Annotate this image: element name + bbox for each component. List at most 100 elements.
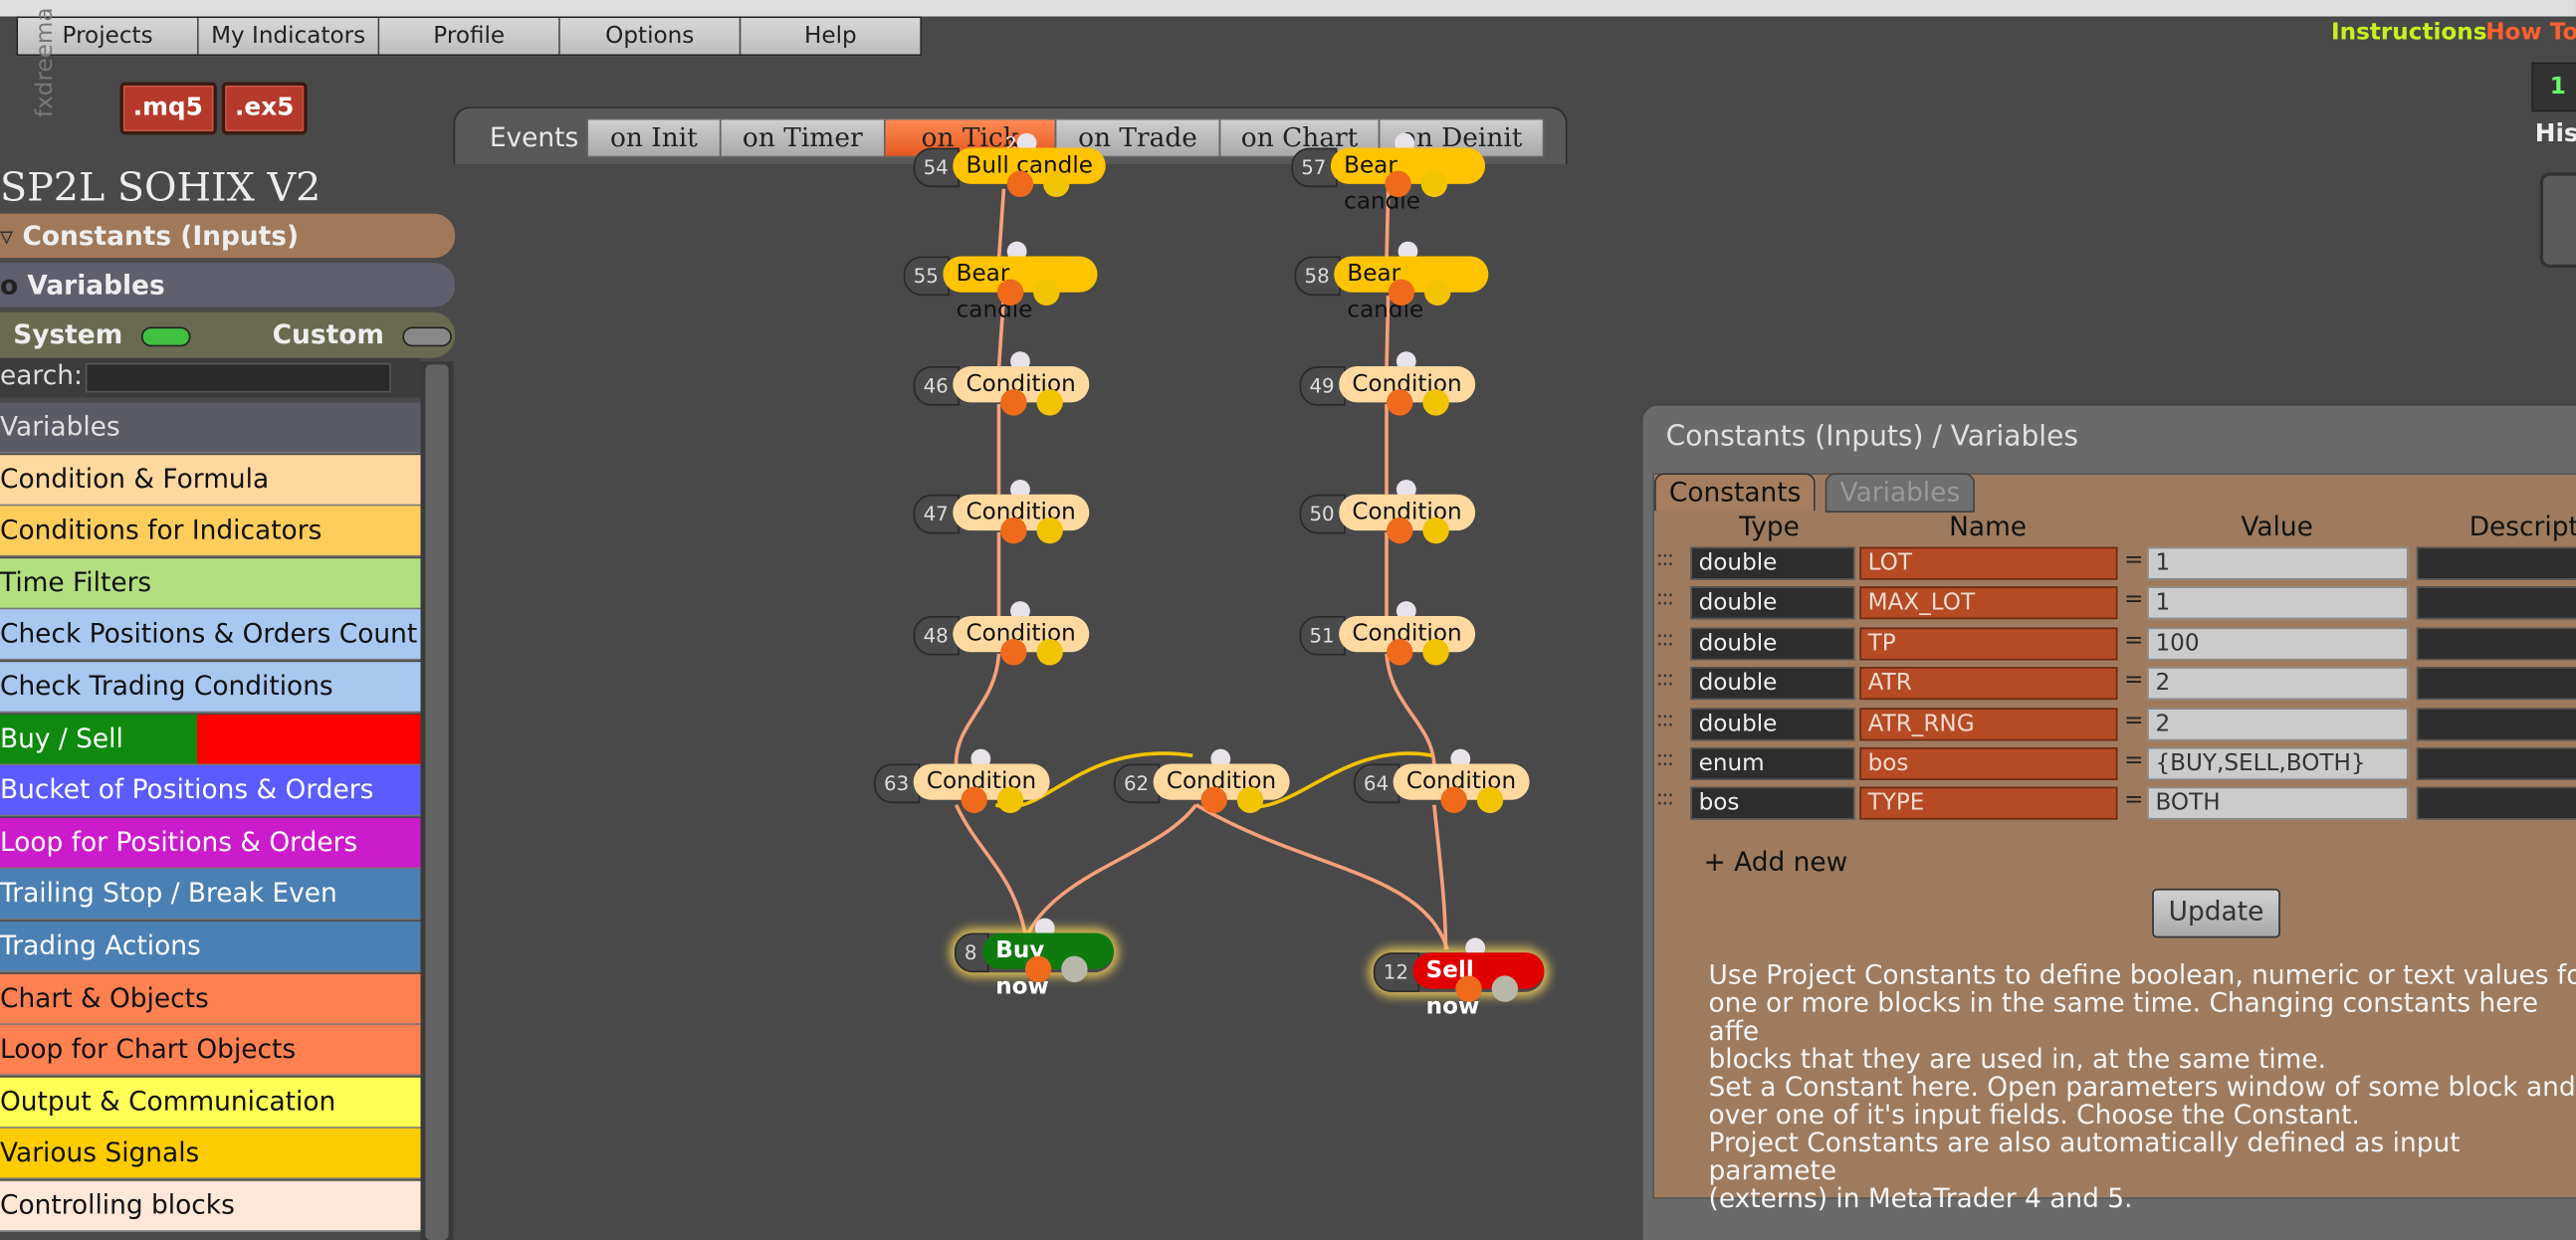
- system-toggle[interactable]: [141, 325, 191, 346]
- output-false-dot[interactable]: [1422, 517, 1449, 544]
- name-field[interactable]: TP: [1859, 627, 2118, 661]
- category-item[interactable]: Various Signals: [0, 1129, 421, 1180]
- type-field[interactable]: double: [1690, 627, 1855, 661]
- output-true-dot[interactable]: [961, 786, 987, 813]
- flow-block[interactable]: 57 Bear candle: [1291, 132, 1486, 215]
- output-false-dot[interactable]: [1036, 639, 1063, 666]
- flow-block[interactable]: 55 Bear candle: [903, 241, 1098, 323]
- type-field[interactable]: double: [1690, 546, 1855, 580]
- flow-block[interactable]: 62 Condition: [1114, 748, 1295, 813]
- type-field[interactable]: bos: [1690, 787, 1855, 821]
- output-true-dot[interactable]: [1200, 786, 1227, 813]
- output-true-dot[interactable]: [1024, 955, 1052, 982]
- category-item[interactable]: Time Filters: [0, 557, 421, 610]
- drag-handle-icon[interactable]: :::: [1656, 708, 1674, 732]
- category-item[interactable]: Bucket of Positions & Orders: [0, 765, 421, 817]
- value-field[interactable]: 100: [2147, 627, 2409, 661]
- output-true-dot[interactable]: [1000, 389, 1027, 416]
- name-field[interactable]: MAX_LOT: [1859, 586, 2118, 620]
- output-false-dot[interactable]: [1236, 786, 1264, 813]
- output-true-dot[interactable]: [1000, 517, 1027, 544]
- description-field[interactable]: [2416, 586, 2576, 620]
- name-field[interactable]: LOT: [1859, 546, 2118, 580]
- category-item[interactable]: Check Trading Conditions: [0, 662, 421, 714]
- drag-handle-icon[interactable]: :::: [1656, 787, 1674, 812]
- type-field[interactable]: double: [1690, 586, 1855, 620]
- description-field[interactable]: [2416, 707, 2576, 740]
- output-true-dot[interactable]: [1006, 170, 1034, 198]
- output-true-dot[interactable]: [1387, 639, 1413, 666]
- flow-block[interactable]: 58 Bear candle: [1294, 241, 1489, 323]
- drag-handle-icon[interactable]: :::: [1656, 667, 1674, 692]
- flow-block[interactable]: 8 Buy now: [954, 918, 1115, 1000]
- update-button[interactable]: Update: [2152, 888, 2280, 938]
- tab-variables[interactable]: Variables: [1825, 473, 1976, 513]
- category-item[interactable]: Trailing Stop / Break Even: [0, 869, 421, 921]
- tab-on-init[interactable]: on Init: [586, 117, 722, 158]
- category-item[interactable]: Chart & Objects: [0, 973, 421, 1025]
- category-item[interactable]: Buy / Sell: [0, 714, 421, 765]
- add-new-constant-link[interactable]: + Add new: [1704, 846, 1848, 877]
- category-item[interactable]: Output & Communication: [0, 1077, 421, 1129]
- value-field[interactable]: 1: [2147, 586, 2409, 620]
- drag-handle-icon[interactable]: :::: [1656, 747, 1674, 772]
- description-field[interactable]: [2416, 746, 2576, 780]
- page-number[interactable]: 1: [2531, 62, 2576, 112]
- mq5-button[interactable]: .mq5: [119, 82, 217, 135]
- category-item[interactable]: Condition & Formula: [0, 454, 421, 506]
- output-true-dot[interactable]: [1455, 975, 1482, 1002]
- category-item[interactable]: Trading Actions: [0, 921, 421, 973]
- output-false-dot[interactable]: [1423, 279, 1451, 306]
- category-item[interactable]: Variables: [0, 402, 421, 454]
- tab-on-timer[interactable]: on Timer: [719, 117, 886, 158]
- name-field[interactable]: ATR_RNG: [1859, 707, 2118, 740]
- flow-block[interactable]: 46 Condition: [913, 351, 1095, 416]
- category-item[interactable]: Controlling blocks: [0, 1180, 421, 1232]
- name-field[interactable]: bos: [1859, 746, 2118, 780]
- output-false-dot[interactable]: [1061, 955, 1088, 982]
- howto-link[interactable]: How To: [2485, 20, 2576, 46]
- output-true-dot[interactable]: [996, 279, 1024, 306]
- flow-block[interactable]: 64 Condition: [1354, 748, 1535, 813]
- flow-block[interactable]: 50 Condition: [1299, 479, 1481, 544]
- output-false-dot[interactable]: [1422, 639, 1449, 666]
- constants-section[interactable]: ▿ Constants (Inputs): [0, 213, 456, 259]
- flow-block[interactable]: 63 Condition: [874, 748, 1055, 813]
- drag-handle-icon[interactable]: :::: [1656, 587, 1674, 612]
- description-field[interactable]: [2416, 787, 2576, 821]
- value-field[interactable]: 1: [2147, 546, 2409, 580]
- search-input[interactable]: [85, 362, 391, 393]
- name-field[interactable]: ATR: [1859, 667, 2118, 701]
- output-true-dot[interactable]: [1388, 279, 1415, 306]
- name-field[interactable]: TYPE: [1859, 787, 2118, 821]
- sidebar-scrollbar-thumb[interactable]: [425, 364, 449, 1240]
- output-false-dot[interactable]: [1422, 389, 1449, 416]
- flow-block[interactable]: 54 Bull candle: [913, 132, 1108, 198]
- category-item[interactable]: Loop for Chart Objects: [0, 1025, 421, 1077]
- output-true-dot[interactable]: [1387, 517, 1413, 544]
- flow-block[interactable]: 48 Condition: [913, 601, 1095, 666]
- tab-constants[interactable]: Constants: [1654, 473, 1817, 512]
- menu-options[interactable]: Options: [559, 18, 742, 55]
- output-true-dot[interactable]: [1387, 389, 1413, 416]
- output-false-dot[interactable]: [1491, 975, 1519, 1002]
- right-panel-handle[interactable]: [2539, 172, 2576, 269]
- flow-block[interactable]: 12 Sell now: [1373, 937, 1545, 1020]
- flow-block[interactable]: 49 Condition: [1299, 351, 1481, 416]
- variables-section[interactable]: o Variables: [0, 263, 456, 308]
- output-false-dot[interactable]: [1036, 517, 1063, 544]
- drag-handle-icon[interactable]: :::: [1656, 627, 1674, 652]
- output-false-dot[interactable]: [996, 786, 1024, 813]
- category-item[interactable]: Loop for Positions & Orders: [0, 817, 421, 869]
- output-false-dot[interactable]: [1043, 170, 1070, 198]
- type-field[interactable]: double: [1690, 707, 1855, 740]
- output-true-dot[interactable]: [1440, 786, 1467, 813]
- category-item[interactable]: Conditions for Indicators: [0, 506, 421, 557]
- output-false-dot[interactable]: [1476, 786, 1504, 813]
- output-false-dot[interactable]: [1033, 279, 1060, 306]
- output-false-dot[interactable]: [1420, 170, 1448, 198]
- ex5-button[interactable]: .ex5: [221, 82, 308, 135]
- description-field[interactable]: [2416, 627, 2576, 661]
- output-true-dot[interactable]: [1385, 170, 1411, 198]
- instructions-link[interactable]: Instructions: [2331, 20, 2486, 46]
